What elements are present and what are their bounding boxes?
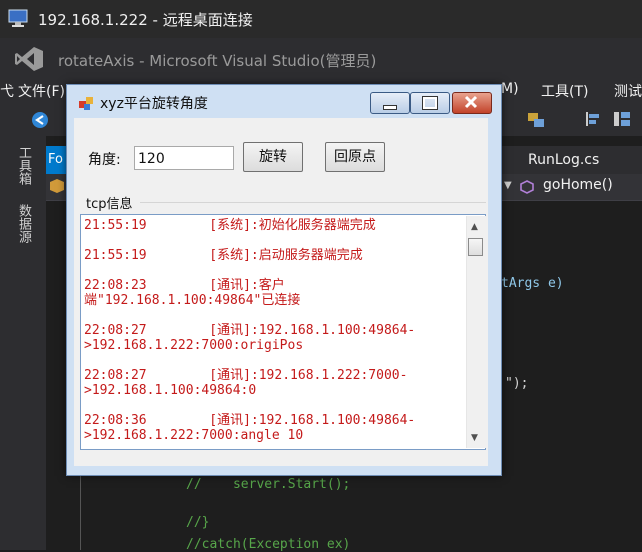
log-entry-continuation: >192.168.1.100:49864:0 bbox=[84, 383, 257, 398]
menu-item-cut-m[interactable]: M) bbox=[501, 81, 519, 97]
scroll-down-icon[interactable]: ▼ bbox=[471, 433, 478, 443]
nav-method-name[interactable]: goHome() bbox=[543, 177, 613, 193]
rdp-window-title: 192.168.1.222 - 远程桌面连接 bbox=[38, 11, 253, 29]
menu-item-file[interactable]: 文件(F) bbox=[18, 81, 65, 101]
datasource-tab[interactable]: 数据源 bbox=[14, 204, 33, 243]
home-button[interactable]: 回原点 bbox=[325, 142, 385, 172]
vs-window-title: rotateAxis - Microsoft Visual Studio(管理员… bbox=[58, 52, 377, 70]
log-entry-continuation: >192.168.1.222:7000:angle 10 bbox=[84, 428, 304, 443]
maximize-icon bbox=[422, 96, 438, 110]
app-window-icon bbox=[79, 97, 93, 110]
toolbox-tab[interactable]: 工具箱 bbox=[14, 146, 33, 185]
left-dock-strip bbox=[0, 136, 46, 550]
chevron-down-icon[interactable]: ▼ bbox=[504, 180, 512, 191]
log-entry: 22:08:27 [通讯]:192.168.1.100:49864- bbox=[84, 323, 416, 338]
log-entry: 21:55:19 [系统]:启动服务器端完成 bbox=[84, 248, 363, 263]
group-divider bbox=[140, 202, 486, 203]
back-navigate-icon[interactable] bbox=[30, 110, 52, 130]
angle-input[interactable]: 120 bbox=[134, 146, 234, 170]
minimize-icon bbox=[383, 105, 397, 110]
code-line-start: // server.Start(); bbox=[186, 477, 351, 492]
visual-studio-logo-icon bbox=[15, 47, 43, 71]
log-entry: 21:55:19 [系统]:初始化服务器端完成 bbox=[84, 218, 376, 233]
log-entry-continuation: >192.168.1.222:7000:origiPos bbox=[84, 338, 304, 353]
close-icon bbox=[464, 95, 478, 109]
dialog-title: xyz平台旋转角度 bbox=[100, 96, 208, 112]
code-guide-line bbox=[80, 474, 81, 550]
tcp-log-textbox[interactable]: 21:55:19 [系统]:初始化服务器端完成 21:55:19 [系统]:启动… bbox=[80, 214, 486, 450]
log-entry-continuation: 端"192.168.1.100:49864"已连接 bbox=[84, 293, 301, 308]
rotate-button[interactable]: 旋转 bbox=[243, 142, 303, 172]
code-line-paren: "); bbox=[505, 376, 529, 391]
toolbar-solution-icon[interactable] bbox=[526, 110, 548, 130]
menu-item-test[interactable]: 测试 bbox=[614, 81, 642, 101]
code-line-brace: //} bbox=[186, 515, 210, 530]
menu-item-cut-left[interactable]: 弋 bbox=[0, 81, 14, 101]
toolbar-align-icon[interactable] bbox=[584, 110, 602, 128]
log-entry: 22:08:23 [通讯]:客户 bbox=[84, 278, 285, 293]
angle-label: 角度: bbox=[88, 152, 121, 168]
code-line-args: tArgs e) bbox=[501, 276, 564, 291]
tcp-group-label: tcp信息 bbox=[86, 197, 133, 212]
toolbar-layout-icon[interactable] bbox=[612, 110, 632, 128]
log-entry: 22:08:36 [通讯]:192.168.1.100:49864- bbox=[84, 413, 416, 428]
method-icon bbox=[520, 180, 534, 194]
log-entry: 22:08:27 [通讯]:192.168.1.222:7000- bbox=[84, 368, 408, 383]
menu-item-tools[interactable]: 工具(T) bbox=[541, 81, 588, 101]
tab-runlog[interactable]: RunLog.cs bbox=[528, 152, 599, 168]
scroll-up-icon[interactable]: ▲ bbox=[471, 222, 478, 232]
scroll-thumb[interactable] bbox=[468, 238, 483, 256]
class-nav-icon[interactable] bbox=[48, 178, 66, 194]
remote-desktop-icon bbox=[8, 9, 28, 27]
minimize-button[interactable] bbox=[370, 92, 410, 114]
